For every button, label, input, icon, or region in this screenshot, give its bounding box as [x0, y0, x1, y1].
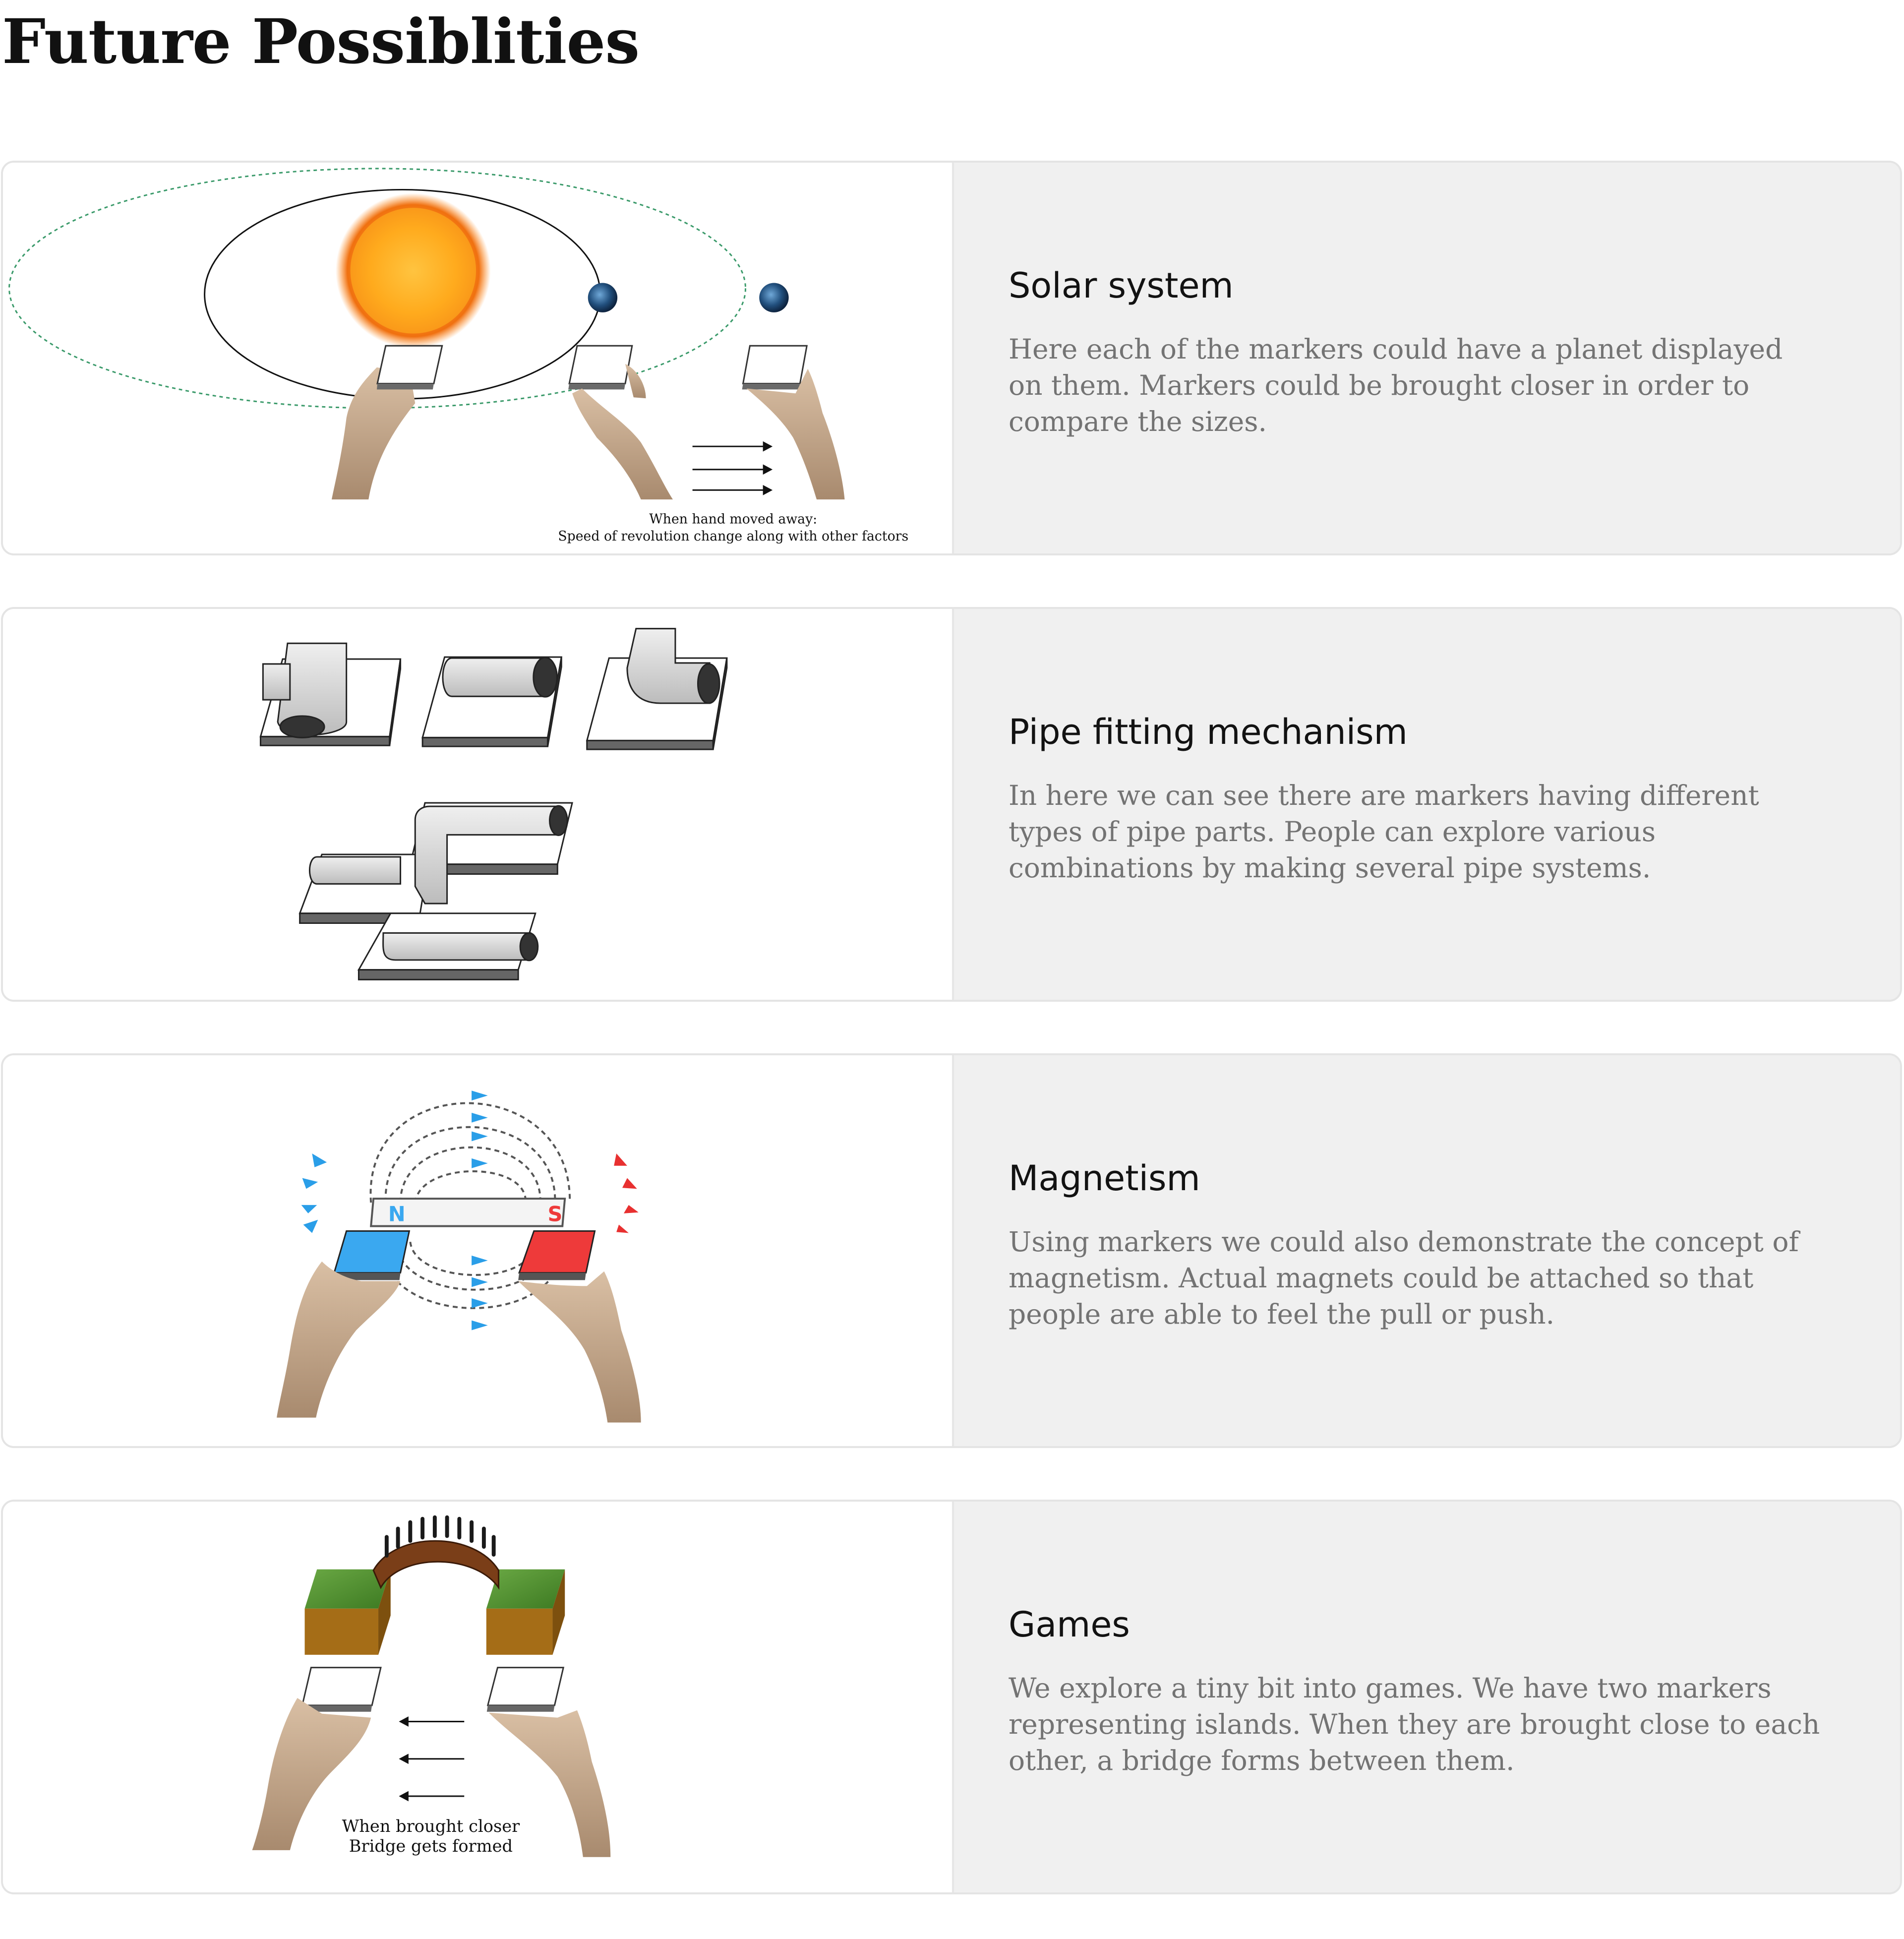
earth-2	[759, 283, 789, 312]
card-description: Here each of the markers could have a pl…	[1009, 333, 1783, 437]
pipe-tile-2	[421, 656, 563, 747]
card-solar-system: When hand moved away: Speed of revolutio…	[1, 161, 1902, 555]
pipe-assembly	[298, 802, 573, 980]
pole-north-label: N	[388, 1202, 406, 1226]
card-heading: Pipe fitting mechanism	[1009, 712, 1408, 752]
field-arrows-red	[614, 1153, 639, 1233]
hand-north-marker	[277, 1230, 411, 1418]
card-pipe-fitting: Pipe fitting mechanism In here we can se…	[1, 607, 1902, 1002]
hand-marker-1	[331, 345, 443, 500]
pipe-fitting-illustration	[3, 609, 952, 1000]
card-description: We explore a tiny bit into games. We hav…	[1009, 1672, 1820, 1776]
card-games: When brought closer Bridge gets formed G…	[1, 1500, 1902, 1894]
hand-marker-2	[568, 345, 673, 500]
page-title: Future Possiblities	[2, 6, 640, 78]
pole-south-label: S	[548, 1202, 563, 1226]
solar-caption-line1: When hand moved away:	[649, 512, 817, 527]
pipe-tile-1	[259, 642, 402, 746]
pipe-fitting-text-panel: Pipe fitting mechanism In here we can se…	[952, 609, 1900, 1000]
arrows-right	[692, 441, 773, 495]
bar-magnet: N S	[370, 1198, 566, 1227]
earth-1	[588, 283, 618, 312]
card-heading: Magnetism	[1009, 1158, 1200, 1199]
card-heading: Games	[1009, 1604, 1130, 1645]
games-illustration: When brought closer Bridge gets formed	[3, 1502, 952, 1892]
games-caption-line1: When brought closer	[342, 1817, 520, 1836]
solar-caption-line2: Speed of revolution change along with ot…	[558, 529, 908, 544]
arrows-left	[399, 1716, 465, 1802]
card-heading: Solar system	[1009, 265, 1234, 306]
magnetism-text-panel: Magnetism Using markers we could also de…	[952, 1055, 1900, 1446]
solar-system-illustration: When hand moved away: Speed of revolutio…	[3, 163, 952, 553]
solar-system-text-panel: Solar system Here each of the markers co…	[952, 163, 1900, 553]
hand-south-marker	[518, 1230, 641, 1423]
card-description: Using markers we could also demonstrate …	[1009, 1226, 1799, 1330]
hand-marker-3	[742, 345, 845, 500]
card-description: In here we can see there are markers hav…	[1009, 780, 1759, 884]
bridge	[372, 1515, 500, 1590]
card-magnetism: N S Magnetism Using markers we could als…	[1, 1053, 1902, 1448]
games-caption-line2: Bridge gets formed	[349, 1836, 513, 1856]
magnetism-illustration: N S	[3, 1055, 952, 1446]
games-text-panel: Games We explore a tiny bit into games. …	[952, 1502, 1900, 1892]
pipe-tile-3	[586, 628, 728, 750]
